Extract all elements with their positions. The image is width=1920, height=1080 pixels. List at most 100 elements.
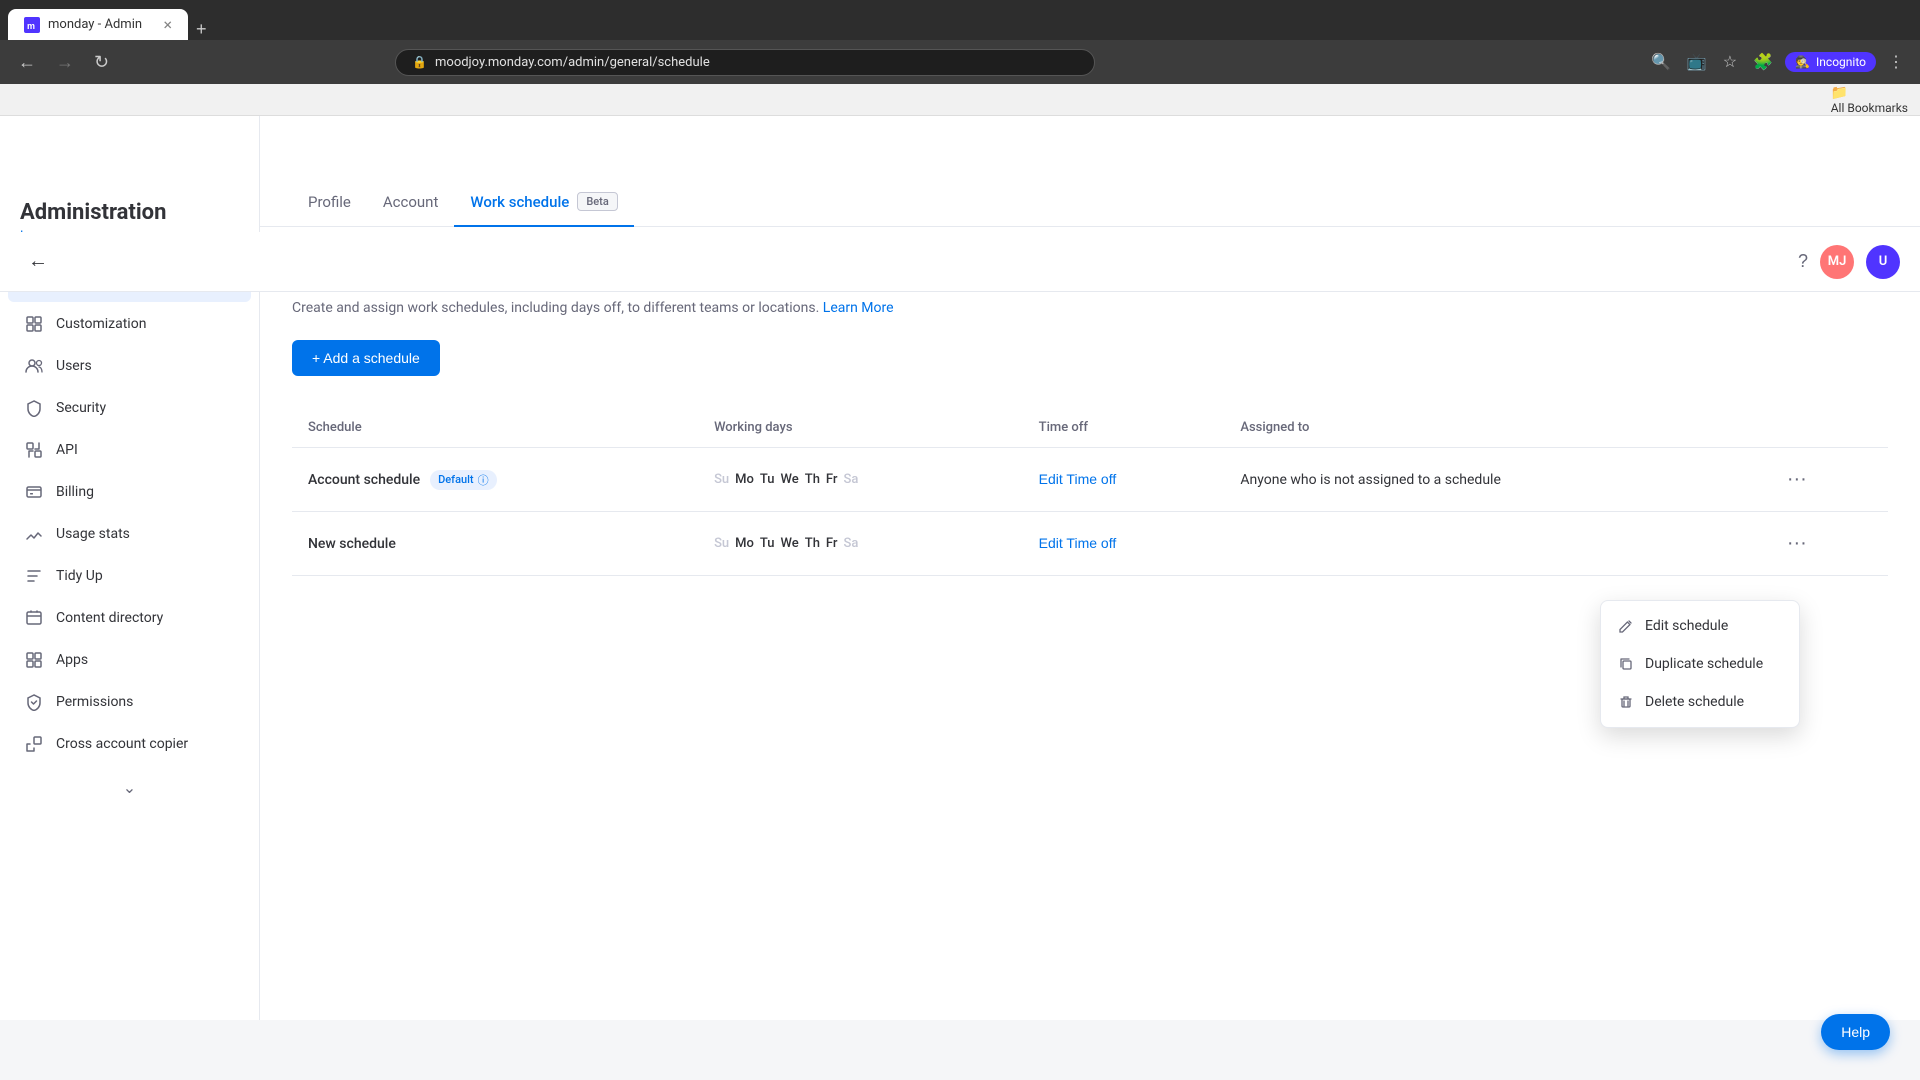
forward-navigation-btn[interactable]: → [50,48,80,77]
tab-bar: m monday - Admin × + [0,0,1920,40]
tab-work-schedule[interactable]: Work schedule Beta [454,176,633,227]
bookmark-btn[interactable]: ☆ [1719,48,1741,76]
schedule-name-cell-2: New schedule [292,512,698,576]
sidebar-item-permissions[interactable]: Permissions [8,682,251,722]
page-tabs: Profile Account Work schedule Beta [260,176,1920,227]
duplicate-schedule-icon [1617,655,1635,673]
schedule-name-cell: Account schedule Default ⓘ [292,448,698,512]
help-button-floating[interactable]: Help [1821,1014,1890,1050]
edit-time-off-btn-row2[interactable]: Edit Time off [1039,535,1117,551]
extension-btn[interactable]: 🧩 [1749,48,1777,76]
tab-account[interactable]: Account [367,177,455,227]
sidebar-item-cross-account-copier[interactable]: Cross account copier [8,724,251,764]
context-menu-delete-schedule[interactable]: Delete schedule [1601,683,1799,721]
back-navigation-btn[interactable]: ← [12,48,42,77]
tab-close-btn[interactable]: × [163,15,172,34]
incognito-chip[interactable]: 🕵 Incognito [1785,52,1876,72]
sidebar-label-content-directory: Content directory [56,610,163,626]
cast-btn[interactable]: 📺 [1683,48,1711,76]
beta-badge: Beta [577,192,617,211]
search-web-btn[interactable]: 🔍 [1647,48,1675,76]
tab-profile[interactable]: Profile [292,177,367,227]
delete-schedule-icon [1617,693,1635,711]
day-sa: Sa [844,472,859,487]
edit-time-off-btn-row1[interactable]: Edit Time off [1039,471,1117,487]
schedule-table: Schedule Working days Time off Assigned … [292,408,1888,576]
help-button[interactable]: ? [1798,251,1808,272]
default-badge-label: Default [438,473,473,486]
delete-schedule-label: Delete schedule [1645,694,1744,710]
tab-title: monday - Admin [48,17,142,32]
cross-account-copier-icon [24,734,44,754]
sidebar-item-api[interactable]: API [8,430,251,470]
sidebar-label-apps: Apps [56,652,88,668]
svg-text:m: m [27,21,35,31]
sidebar-label-billing: Billing [56,484,94,500]
address-bar[interactable]: 🔒 moodjoy.monday.com/admin/general/sched… [395,49,1095,76]
table-header-row: Schedule Working days Time off Assigned … [292,408,1888,448]
avatar-secondary[interactable]: MJ [1820,245,1854,279]
avatar-primary[interactable]: U [1866,245,1900,279]
sidebar-scroll-down-btn[interactable]: ⌄ [123,778,136,798]
tab-work-schedule-label: Work schedule [470,193,569,211]
default-info-icon[interactable]: ⓘ [478,472,489,488]
url-text: moodjoy.monday.com/admin/general/schedul… [435,55,710,70]
tidy-up-icon [24,566,44,586]
sidebar-label-cross-account-copier: Cross account copier [56,736,188,752]
sidebar-item-customization[interactable]: Customization [8,304,251,344]
new-tab-button[interactable]: + [188,19,215,40]
sidebar-item-users[interactable]: Users [8,346,251,386]
more-menu-btn[interactable]: ⋮ [1884,48,1908,76]
add-schedule-btn-label: + Add a schedule [312,350,420,366]
tab-profile-label: Profile [308,193,351,211]
table-body: Account schedule Default ⓘ Su [292,448,1888,576]
all-bookmarks-link[interactable]: All Bookmarks [1831,101,1908,115]
day-we: We [781,472,799,487]
learn-more-link[interactable]: Learn More [823,300,894,316]
table-row: Account schedule Default ⓘ Su [292,448,1888,512]
content-directory-icon [24,608,44,628]
schedule-name-text: Account schedule [308,472,420,488]
day-tu-2: Tu [760,536,775,551]
context-menu-duplicate-schedule[interactable]: Duplicate schedule [1601,645,1799,683]
sidebar-item-apps[interactable]: Apps [8,640,251,680]
working-days-cell-2: Su Mo Tu We Th Fr Sa [698,512,1023,576]
more-actions-btn-row1[interactable]: ··· [1779,464,1815,495]
incognito-icon: 🕵 [1795,55,1810,69]
day-tu: Tu [760,472,775,487]
sidebar-label-tidy-up: Tidy Up [56,568,103,584]
day-chips-row1: Su Mo Tu We Th Fr Sa [714,472,1007,487]
sidebar-label-users: Users [56,358,92,374]
avatar-initials-primary: U [1879,254,1888,269]
sidebar-item-billing[interactable]: Billing [8,472,251,512]
sidebar-item-usage-stats[interactable]: Usage stats [8,514,251,554]
col-header-time-off: Time off [1023,408,1225,448]
app-layout: ← ? MJ U Administration Learn more Gener… [0,116,1920,1020]
sidebar-item-content-directory[interactable]: Content directory [8,598,251,638]
edit-schedule-icon [1617,617,1635,635]
context-menu-edit-schedule[interactable]: Edit schedule [1601,607,1799,645]
col-header-schedule: Schedule [292,408,698,448]
back-button[interactable]: ← [20,246,56,277]
sidebar-item-tidy-up[interactable]: Tidy Up [8,556,251,596]
day-mo: Mo [735,472,754,487]
sidebar-item-security[interactable]: Security [8,388,251,428]
working-days-cell: Su Mo Tu We Th Fr Sa [698,448,1023,512]
browser-toolbar: ← → ↻ 🔒 moodjoy.monday.com/admin/general… [0,40,1920,84]
sidebar-label-customization: Customization [56,316,146,332]
apps-icon [24,650,44,670]
browser-tab-active[interactable]: m monday - Admin × [8,9,188,40]
more-actions-btn-row2[interactable]: ··· [1779,528,1815,559]
tab-favicon: m [24,17,40,33]
add-schedule-button[interactable]: + Add a schedule [292,340,440,376]
schedule-name-text-2: New schedule [308,536,396,552]
context-menu: Edit schedule Duplicate schedule Delete … [1600,600,1800,728]
default-badge: Default ⓘ [430,470,496,490]
customization-icon [24,314,44,334]
col-header-working-days: Working days [698,408,1023,448]
more-actions-cell-row1: ··· [1763,448,1888,512]
reload-btn[interactable]: ↻ [88,48,115,77]
day-th: Th [805,472,820,487]
table-row: New schedule Su Mo Tu We Th [292,512,1888,576]
schedule-name-container: Account schedule Default ⓘ [308,470,682,490]
